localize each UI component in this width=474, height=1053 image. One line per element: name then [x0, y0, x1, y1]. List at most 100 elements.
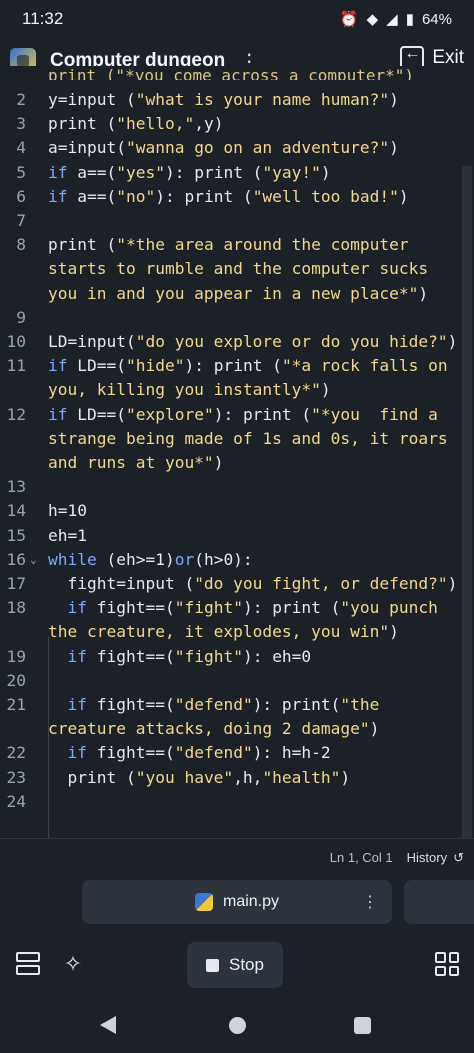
fold-chevron-icon[interactable]: ⌄: [30, 548, 37, 572]
code-token: LD==(: [67, 404, 126, 424]
tab-main-py[interactable]: main.py ⋮: [82, 880, 392, 924]
line-number: 13: [6, 477, 27, 497]
code-editor[interactable]: print ("*you come across a computer*") 2…: [0, 66, 474, 838]
line-number: 2: [16, 90, 26, 109]
code-token: eh=1: [48, 525, 87, 545]
code-string: "*the area around the computer: [116, 235, 409, 255]
code-keyword: while: [48, 549, 97, 569]
code-string: "*you find a: [311, 404, 438, 424]
ai-assistant-icon[interactable]: ✧: [60, 952, 86, 978]
line-number: 19: [6, 646, 27, 666]
code-token: fight==(: [87, 743, 175, 763]
alarm-icon: ⏰: [339, 11, 359, 28]
code-text: if fight==("fight"): print ("you punch: [48, 596, 438, 620]
code-string: "do you explore or do you hide?": [135, 332, 448, 351]
status-bar: 11:32 ⏰ ◆ ◢ ▮ 64%: [0, 0, 474, 38]
tab-label: main.py: [222, 893, 280, 910]
code-text: if fight==("fight"): eh=0: [48, 645, 312, 669]
stop-label: Stop: [229, 955, 264, 974]
code-string: "do you fight, or defend?": [194, 574, 448, 593]
code-string: "defend": [174, 743, 253, 763]
bottom-toolbar: ✧ Stop: [0, 930, 474, 1000]
tab-more-icon[interactable]: ⋮: [362, 892, 378, 912]
battery-level: 64%: [421, 10, 452, 28]
code-token: (h>0):: [194, 549, 253, 569]
code-token: ): [369, 719, 380, 739]
code-token: a==(: [67, 162, 117, 182]
tab-next[interactable]: [404, 880, 474, 924]
code-token: ): [320, 162, 331, 182]
line-number: 8: [16, 235, 26, 255]
line-number: 21: [6, 695, 27, 714]
code-token: (eh>=1): [96, 549, 175, 569]
code-token: ,y): [194, 114, 224, 134]
apps-grid-icon[interactable]: [435, 952, 459, 976]
line-number: 23: [6, 767, 27, 787]
file-tabs: main.py ⋮: [0, 876, 474, 926]
code-token: fight==(: [87, 695, 175, 714]
code-text: if LD==("hide"): print ("*a rock falls o…: [48, 354, 448, 378]
code-string: "you punch: [340, 598, 438, 618]
home-icon[interactable]: [229, 1017, 246, 1034]
code-text: a=input("wanna go on an adventure?"): [48, 136, 399, 160]
code-keyword: if: [48, 404, 68, 424]
code-string: and runs at you*": [48, 453, 214, 472]
code-text: and runs at you*"): [48, 451, 223, 475]
code-string: "well too bad!": [252, 186, 399, 206]
code-token: ,h,: [233, 767, 263, 787]
code-string: "hide": [125, 356, 185, 376]
code-keyword: if: [48, 162, 68, 182]
code-text: if a==("yes"): print ("yay!"): [48, 161, 331, 185]
code-string: "what is your name human?": [135, 90, 390, 109]
code-string: you in and you appear in a new place*": [48, 283, 419, 303]
code-text: eh=1: [48, 524, 87, 548]
code-token: LD==(: [67, 356, 126, 376]
code-token: ): print (: [242, 598, 341, 618]
code-string: "fight": [174, 598, 243, 618]
code-token: ): eh=0: [242, 646, 312, 666]
code-text: you in and you appear in a new place*"): [48, 282, 428, 306]
line-number: 4: [16, 138, 26, 158]
code-string: strange being made of 1s and 0s, it roar…: [48, 428, 448, 448]
panels-icon[interactable]: [16, 952, 40, 976]
editor-scrollbar[interactable]: [462, 166, 472, 838]
line-number: 16: [6, 549, 27, 569]
python-icon: [194, 893, 213, 911]
code-token: ): [320, 380, 331, 400]
code-string: "*a rock falls on: [281, 356, 448, 376]
code-string: "yes": [116, 162, 165, 182]
code-string: "hello,": [116, 114, 195, 134]
code-token: h=10: [48, 501, 87, 521]
code-token: ): [389, 622, 399, 642]
history-button[interactable]: History ↺: [407, 850, 464, 866]
code-keyword: if: [67, 695, 88, 714]
recents-icon[interactable]: [354, 1017, 371, 1034]
code-string: "yay!": [262, 162, 321, 182]
line-number: 6: [16, 186, 26, 206]
code-keyword: if: [67, 646, 88, 666]
code-token: ): print (: [184, 356, 282, 376]
code-keyword: if: [67, 743, 88, 763]
code-token: ): h=h-2: [252, 743, 331, 763]
code-string: the creature, it explodes, you win": [48, 622, 390, 642]
code-string: "no": [116, 186, 156, 206]
code-text: fight=input ("do you fight, or defend?"): [48, 572, 457, 596]
stop-button[interactable]: Stop: [187, 942, 283, 988]
code-string: you, killing you instantly*": [48, 380, 321, 400]
code-text: y=input ("what is your name human?"): [48, 88, 399, 112]
code-string: "health": [262, 767, 341, 787]
code-token: print (: [48, 767, 136, 787]
code-token: fight==(: [87, 646, 175, 666]
code-keyword: if: [48, 186, 68, 206]
code-token: ): print (: [155, 186, 253, 206]
wifi-icon: ◆: [366, 11, 379, 28]
code-token: ): [389, 90, 399, 109]
line-number: 9: [16, 307, 26, 327]
history-label: History: [406, 850, 448, 865]
back-icon[interactable]: [100, 1016, 116, 1034]
code-token: a=input(: [48, 138, 126, 158]
code-keyword: if: [48, 356, 68, 376]
code-token: ): [213, 453, 224, 472]
